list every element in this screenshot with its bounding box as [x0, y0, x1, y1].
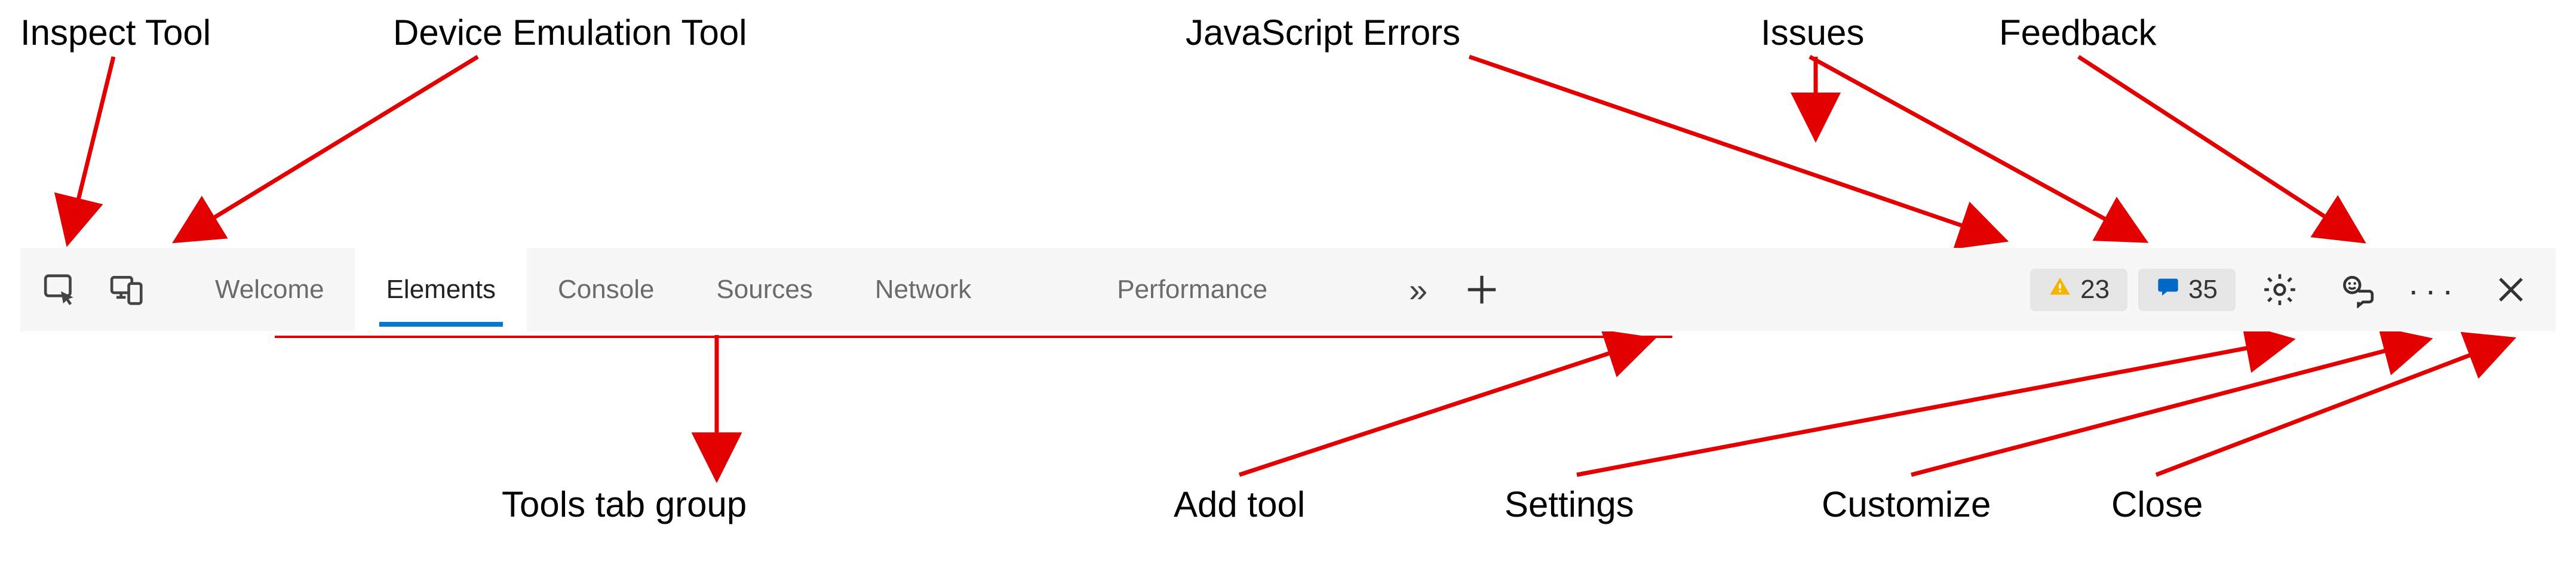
feedback-icon	[2338, 271, 2375, 308]
label-jserrors: JavaScript Errors	[1186, 12, 1460, 53]
tab-elements[interactable]: Elements	[355, 248, 527, 331]
issues-badge[interactable]: 35	[2138, 269, 2236, 311]
js-errors-count: 23	[2080, 275, 2110, 305]
speech-bubble-icon	[2156, 275, 2180, 305]
inspect-tool-button[interactable]	[32, 262, 89, 318]
devtools-toolbar: Welcome Elements Console Sources Network…	[20, 248, 2556, 331]
inspect-icon	[42, 271, 79, 308]
warning-triangle-icon	[2048, 275, 2072, 305]
tab-welcome[interactable]: Welcome	[184, 248, 355, 331]
label-device: Device Emulation Tool	[393, 12, 747, 53]
ellipsis-icon: ···	[2408, 271, 2460, 309]
tab-network[interactable]: Network	[844, 248, 1002, 331]
label-inspect: Inspect Tool	[20, 12, 211, 53]
js-errors-badge[interactable]: 23	[2030, 269, 2127, 311]
customize-button[interactable]: ···	[2405, 262, 2462, 318]
tab-label: Elements	[386, 275, 496, 305]
label-feedback: Feedback	[1999, 12, 2157, 53]
label-issues: Issues	[1761, 12, 1864, 53]
label-customize: Customize	[1822, 484, 1991, 525]
tab-sources[interactable]: Sources	[685, 248, 843, 331]
more-tabs-button[interactable]: »	[1387, 262, 1444, 318]
close-icon	[2492, 271, 2529, 308]
tab-console[interactable]: Console	[527, 248, 685, 331]
tab-performance[interactable]: Performance	[1086, 248, 1298, 331]
tools-tab-group: Welcome Elements Console Sources Network…	[184, 248, 1298, 331]
label-close: Close	[2111, 484, 2203, 525]
gear-icon	[2261, 271, 2298, 308]
label-addtool: Add tool	[1174, 484, 1305, 525]
label-tabgroup: Tools tab group	[502, 484, 747, 525]
tab-label: Sources	[716, 275, 812, 305]
close-devtools-button[interactable]	[2482, 262, 2539, 318]
device-emulation-icon	[109, 271, 146, 308]
plus-icon	[1463, 271, 1500, 308]
issues-count: 35	[2188, 275, 2218, 305]
tab-label: Console	[558, 275, 654, 305]
tabgroup-underline	[275, 336, 1672, 338]
add-tool-button[interactable]	[1453, 262, 1510, 318]
label-settings: Settings	[1505, 484, 1634, 525]
chevron-right-double-icon: »	[1409, 271, 1421, 309]
tab-label: Welcome	[215, 275, 324, 305]
device-emulation-button[interactable]	[99, 262, 155, 318]
feedback-button[interactable]	[2328, 262, 2385, 318]
settings-button[interactable]	[2251, 262, 2308, 318]
tab-label: Performance	[1117, 275, 1267, 305]
tab-label: Network	[875, 275, 971, 305]
